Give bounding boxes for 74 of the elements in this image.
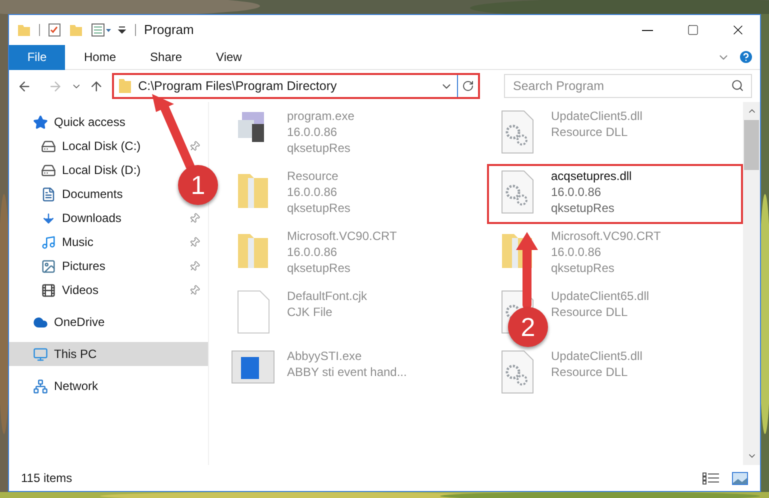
details-view-icon[interactable] [702,472,720,484]
nav-item[interactable]: Music [9,230,208,254]
help-icon[interactable] [738,49,754,65]
star-icon [33,114,48,130]
gear-file-icon [500,110,534,154]
nav-item[interactable]: Network [9,374,106,398]
file-detail: Resource DLL [551,364,629,380]
nav-item[interactable]: Quick access [9,110,134,134]
nav-label: Downloads [62,210,122,227]
file-detail: qksetupRes [551,260,616,276]
ribbon-tab[interactable]: Share [135,44,198,70]
videos-icon [41,282,56,298]
nav-item[interactable]: Local Disk (C:) [9,134,208,158]
nav-label: Network [54,378,98,395]
application-icon [231,350,275,384]
nav-label: Pictures [62,258,106,275]
maximize-icon [686,24,698,36]
nav-label: Local Disk (D:) [62,162,141,179]
file-detail: qksetupRes [551,200,616,216]
dropdown-icon[interactable] [117,25,127,35]
nav-item[interactable]: Pictures [9,254,208,278]
file-detail: qksetupRes [287,260,352,276]
refresh-icon[interactable] [462,80,474,92]
nav-item[interactable]: This PC [9,342,208,366]
downloads-icon [41,210,56,226]
pc-icon [33,346,48,362]
gear-file-icon [500,350,534,394]
file-detail: 16.0.0.86 [287,184,338,200]
nav-label: This PC [54,346,97,363]
file-detail: 16.0.0.86 [551,244,602,260]
nav-label: OneDrive [54,314,105,331]
blank-file-icon [236,290,270,334]
file-detail: CJK File [287,304,334,320]
window-title: Program [144,21,194,40]
file-detail: 16.0.0.86 [287,244,338,260]
nav-label: Documents [62,186,123,203]
properties-icon[interactable] [48,23,61,37]
back-icon[interactable] [17,78,32,94]
documents-icon [41,186,56,202]
scrollbar-thumb[interactable] [744,120,759,170]
nav-item[interactable]: Downloads [9,206,208,230]
nav-item[interactable]: OneDrive [9,310,113,334]
file-detail: 16.0.0.86 [287,124,338,140]
nav-label: Quick access [54,114,126,131]
nav-item[interactable]: Local Disk (D:) [9,158,149,182]
file-detail: Resource DLL [551,304,629,320]
file-detail: qksetupRes [287,140,352,156]
customize-toolbar-icon[interactable] [91,23,113,37]
large-icons-view-icon[interactable] [732,472,748,484]
file-detail: qksetupRes [287,200,350,216]
address-bar[interactable]: C:\Program Files\Program Directory [112,73,480,99]
cloud-icon [33,314,48,330]
search-field[interactable]: Search Program [504,74,752,98]
file-detail: 16.0.0.86 [551,184,602,200]
gear-file-icon [500,170,534,214]
search-icon [731,79,744,92]
nav-label: Local Disk (C:) [62,138,141,155]
nav-item[interactable]: Documents [9,182,131,206]
pictures-icon [41,258,56,274]
address-path: C:\Program Files\Program Directory [138,78,337,95]
ribbon-tab[interactable]: File [9,44,65,70]
file-name[interactable]: acqsetupres.dll [551,168,632,184]
item-count: 115 items [21,470,72,487]
network-icon [33,378,48,394]
ribbon-tab[interactable]: Home [69,44,132,70]
nav-label: Videos [62,282,98,299]
file-detail: Resource DLL [551,124,629,140]
ribbon-tab[interactable]: View [201,44,257,70]
music-icon [41,234,56,250]
nav-label: Music [62,234,94,251]
file-detail: ABBY sti event hand... [287,364,407,380]
folder-icon [118,78,132,94]
nav-item[interactable]: Videos [9,278,208,302]
scrollbar[interactable] [743,102,760,465]
